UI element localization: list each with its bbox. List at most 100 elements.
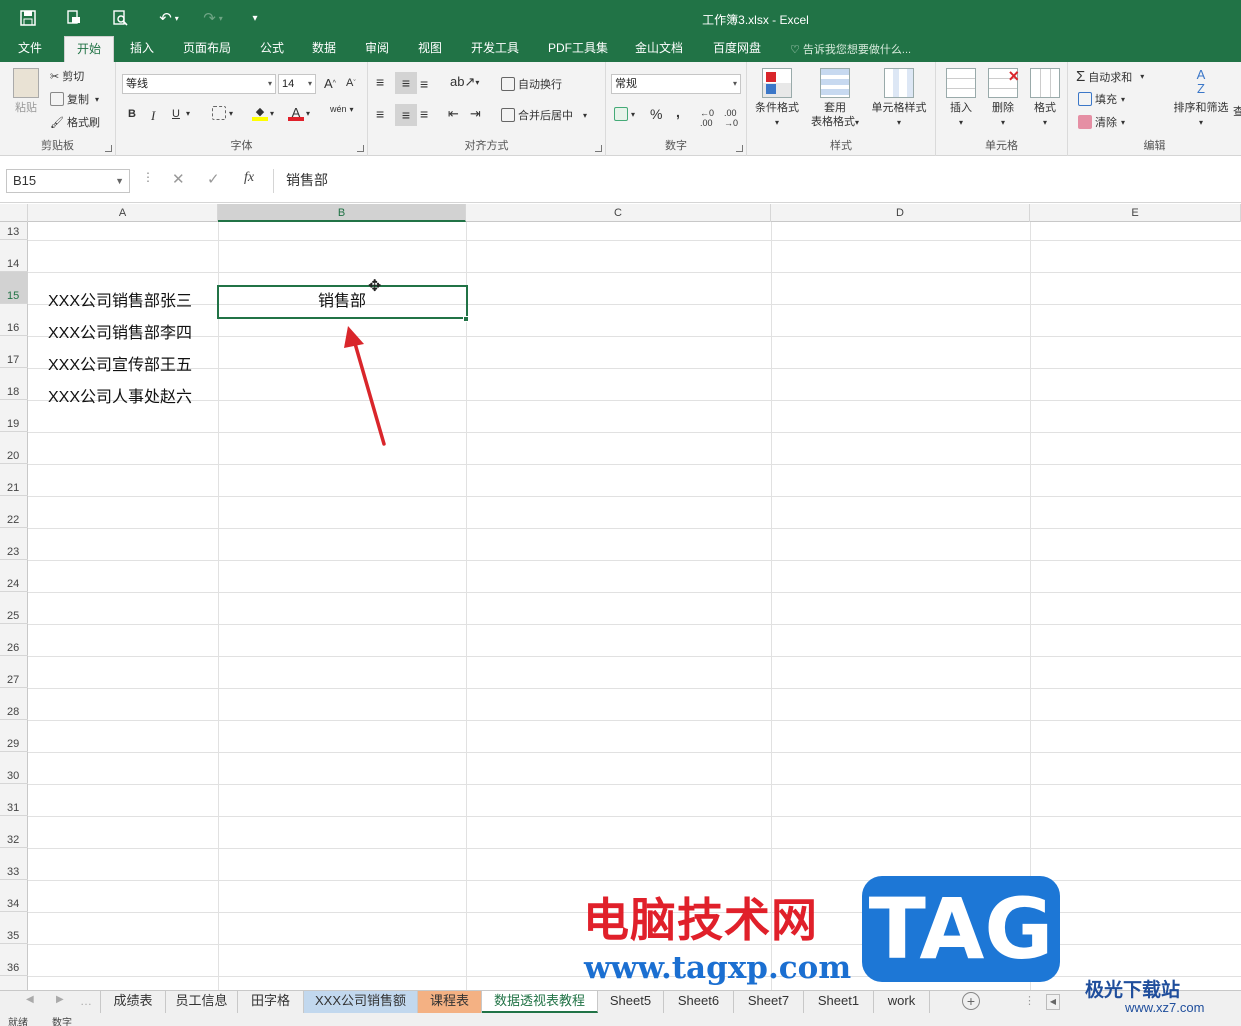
scroll-left-icon[interactable]: ◀ [1046,994,1060,1010]
row-header-33[interactable]: 33 [0,848,28,880]
chevron-down-icon[interactable]: ▼ [115,170,124,192]
autosum-button[interactable]: Σ 自动求和 ▾ [1076,68,1144,85]
sheet-tab[interactable]: work [874,991,930,1013]
column-header-e[interactable]: E [1030,204,1241,222]
accounting-format-icon[interactable]: ▾ [614,107,635,121]
clear-button[interactable]: 清除 ▾ [1078,114,1125,130]
increase-decimal-icon[interactable]: ←0.00 [700,108,714,128]
delete-cells-button[interactable]: × 删除 ▾ [984,67,1022,130]
column-header-c[interactable]: C [466,204,771,222]
cell-styles-button[interactable]: 单元格样式 ▾ [867,68,931,130]
sort-filter-button[interactable]: AZ 排序和筛选 ▾ [1164,68,1238,130]
tab-split-icon[interactable]: ⋮ [1024,994,1035,1007]
row-header-23[interactable]: 23 [0,528,28,560]
sheet-tab[interactable]: XXX公司销售额 [304,991,418,1013]
column-header-d[interactable]: D [771,204,1030,222]
sheet-tab[interactable]: Sheet6 [664,991,734,1013]
sheet-tab[interactable]: 课程表 [418,991,482,1013]
format-painter-button[interactable]: 🖌 格式刷 [50,114,100,130]
sheet-tab[interactable]: 田字格 [238,991,304,1013]
font-name-combo[interactable]: 等线 ▾ [122,74,276,94]
row-header-18[interactable]: 18 [0,368,28,400]
tab-file[interactable]: 文件 [6,36,54,62]
align-left-icon[interactable]: ≡ [376,106,384,122]
merge-center-button[interactable]: 合并后居中 ▾ [501,107,587,123]
find-select-button[interactable]: 查 [1233,103,1241,119]
sheet-tab-active[interactable]: 数据透视表教程 [482,991,598,1013]
fill-handle[interactable] [463,316,469,322]
cell-a15[interactable]: XXX公司销售部张三 [48,286,192,318]
format-as-table-button[interactable]: 套用 表格格式▾ [805,68,865,130]
row-header-32[interactable]: 32 [0,816,28,848]
phonetic-button[interactable]: wén ▾ [330,104,354,114]
align-bottom-icon[interactable]: ≡ [420,76,428,92]
tab-view[interactable]: 视图 [408,36,452,62]
row-header-17[interactable]: 17 [0,336,28,368]
row-header-21[interactable]: 21 [0,464,28,496]
align-top-icon[interactable]: ≡ [376,74,384,90]
grow-font-icon[interactable]: A ^ [324,76,336,91]
row-header-36[interactable]: 36 [0,944,28,976]
font-color-button[interactable]: A ▾ [288,105,310,121]
row-header-27[interactable]: 27 [0,656,28,688]
align-right-icon[interactable]: ≡ [420,106,428,122]
font-launcher-icon[interactable] [357,145,364,152]
tab-review[interactable]: 审阅 [355,36,399,62]
cancel-icon[interactable]: ✕ [172,170,185,188]
alignment-launcher-icon[interactable] [595,145,602,152]
percent-button[interactable]: % [650,106,662,122]
tab-kingsoft-docs[interactable]: 金山文档 [626,36,692,62]
cell-a18[interactable]: XXX公司人事处赵六 [48,382,192,414]
number-format-combo[interactable]: 常规 ▾ [611,74,741,94]
row-header-24[interactable]: 24 [0,560,28,592]
more-options-icon[interactable]: ⋮ [142,170,154,184]
row-header-30[interactable]: 30 [0,752,28,784]
tab-baidu-netdisk[interactable]: 百度网盘 [702,36,772,62]
worksheet-grid[interactable]: A B C D E 13 14 15 16 17 18 19 20 21 22 23 24 25 26 27… [0,204,1241,990]
tab-formulas[interactable]: 公式 [250,36,294,62]
formula-input[interactable]: 销售部 [273,169,1241,193]
row-header-29[interactable]: 29 [0,720,28,752]
wrap-text-button[interactable]: 自动换行 [501,76,562,92]
tab-data[interactable]: 数据 [302,36,346,62]
decrease-decimal-icon[interactable]: .00 →0 [724,108,738,128]
name-box[interactable]: B15 ▼ [6,169,130,193]
sheet-tab[interactable]: Sheet7 [734,991,804,1013]
row-header-13[interactable]: 13 [0,208,28,240]
tab-pdf-tools[interactable]: PDF工具集 [540,36,616,62]
sheet-tab[interactable]: 员工信息 [166,991,238,1013]
enter-icon[interactable]: ✓ [207,170,220,188]
row-header-25[interactable]: 25 [0,592,28,624]
conditional-format-button[interactable]: 条件格式 ▾ [751,68,803,130]
tab-home[interactable]: 开始 [64,36,114,62]
underline-dropdown-icon[interactable]: ▾ [186,109,190,118]
row-header-34[interactable]: 34 [0,880,28,912]
column-header-b[interactable]: B [218,204,466,222]
row-header-28[interactable]: 28 [0,688,28,720]
next-sheet-icon[interactable]: ▶ [56,994,64,1005]
copy-button[interactable]: 复制 ▾ [50,91,99,107]
sheet-tab[interactable]: 成绩表 [100,991,166,1013]
cell-a17[interactable]: XXX公司宣传部王五 [48,350,192,382]
number-launcher-icon[interactable] [736,145,743,152]
bold-button[interactable]: B [128,108,136,120]
comma-button[interactable]: , [676,104,680,120]
clipboard-launcher-icon[interactable] [105,145,112,152]
shrink-font-icon[interactable]: Aˇ [346,77,356,89]
increase-indent-icon[interactable]: ⇥ [470,106,481,122]
row-header-22[interactable]: 22 [0,496,28,528]
align-middle-icon[interactable]: ≡ [395,72,417,94]
tab-developer[interactable]: 开发工具 [462,36,528,62]
tab-insert[interactable]: 插入 [118,36,166,62]
orientation-icon[interactable]: ab↗ ▾ [450,74,479,90]
row-header-20[interactable]: 20 [0,432,28,464]
tell-me-search[interactable]: ♡ 告诉我您想要做什么... [790,41,911,57]
sheet-tab[interactable]: Sheet1 [804,991,874,1013]
insert-function-icon[interactable]: fx [244,170,254,186]
add-sheet-icon[interactable]: + [962,992,980,1010]
row-header-31[interactable]: 31 [0,784,28,816]
paste-button[interactable]: 粘贴 [8,68,44,115]
cell-a16[interactable]: XXX公司销售部李四 [48,318,192,350]
more-sheets-icon[interactable]: … [80,994,92,1008]
column-header-a[interactable]: A [28,204,218,222]
